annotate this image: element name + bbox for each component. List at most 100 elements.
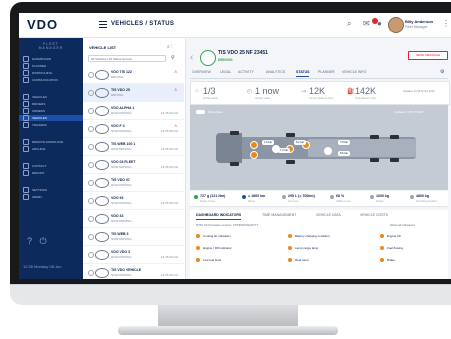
vehicle-list-time: 12:45 20 Oct	[161, 129, 179, 133]
user-avatar[interactable]	[388, 17, 404, 33]
messages-icon[interactable]: ✉	[363, 19, 370, 28]
back-chevron-icon[interactable]: ‹	[190, 52, 193, 63]
vehicle-list-item[interactable]: VDO ALPHA 1 NOW DRIVING 12:45 20 Oct	[83, 102, 184, 120]
tab-time-management[interactable]: TIME MANAGEMENT	[262, 213, 296, 217]
select-radio[interactable]	[88, 72, 94, 78]
stats-updated: Updated: 12:45 20 Oct 2016	[403, 90, 435, 93]
tab-status[interactable]: STATUS	[296, 70, 310, 77]
vehicle-list-item[interactable]: TIS VDO 25 DRIVING ⚠	[83, 84, 184, 102]
vehicle-list-item[interactable]: VDO F 4 NOW DRIVING 12:45 20 Oct ⚠	[83, 120, 184, 138]
vehicle-list-item[interactable]: TIS WEB 3 NOW DRIVING	[83, 228, 184, 246]
sidebar-item-label: DISPATCHING	[32, 70, 53, 75]
indicator-warning-icon	[196, 234, 200, 239]
truck-icon	[95, 196, 109, 206]
sidebar-item-orders[interactable]: ORDERS	[23, 108, 45, 114]
vehicle-list-item[interactable]: TIS VDO 07 NOW DRIVING	[83, 174, 184, 192]
tab-overview[interactable]: OVERVIEW	[192, 70, 211, 74]
search-icon[interactable]: ⌕	[347, 19, 351, 29]
select-radio[interactable]	[88, 252, 94, 258]
tab-vehicle-costs[interactable]: VEHICLE COSTS	[360, 213, 388, 217]
select-radio[interactable]	[88, 90, 94, 96]
sidebar-item-dispatching[interactable]: DISPATCHING	[23, 70, 52, 76]
tab-planner[interactable]: PLANNER	[318, 70, 335, 74]
vdo-logo[interactable]: VDO	[27, 17, 58, 32]
filter-icon[interactable]: ⚲	[171, 55, 175, 61]
vehicle-list-item[interactable]: TIS WEB 100 1 NOW DRIVING 12:45 20 Oct	[83, 138, 184, 156]
more-options-icon[interactable]: ⋮	[442, 19, 450, 28]
help-icon[interactable]: ? ⏻	[27, 236, 47, 247]
select-radio[interactable]	[88, 126, 94, 132]
settings-gear-icon[interactable]: ⚙	[440, 69, 444, 75]
tab-legal[interactable]: LEGAL	[220, 70, 231, 74]
sidebar-item-vehicles[interactable]: VEHICLES	[19, 115, 83, 121]
sidebar-item-settings[interactable]: SETTINGS	[23, 187, 47, 193]
vehicle-list-item[interactable]: VDO TIS 122 DRIVING ⚠	[83, 66, 184, 84]
sidebar-item-contact[interactable]: CONTACT	[23, 163, 46, 169]
metric-icon	[330, 195, 334, 199]
sidebar-item-communication[interactable]: COMMUNICATION	[23, 77, 58, 83]
vehicle-list-item[interactable]: TIS VDO VEHICLE NOW DRIVING 12:45 20 Oct	[83, 264, 184, 279]
vehicle-list-name: VDO ALPHA 1	[111, 106, 135, 110]
select-radio[interactable]	[88, 234, 94, 240]
wheel	[370, 158, 379, 162]
indicator-item: Rear lamp	[288, 258, 309, 263]
vehicle-list-status: NOW DRIVING	[111, 111, 132, 115]
vehicle-list-name: TIS VDO 25	[111, 88, 130, 92]
select-radio[interactable]	[88, 198, 94, 204]
alerts-icon[interactable]: ●	[377, 19, 382, 28]
metric-value: 4800 kg	[416, 194, 430, 198]
vehicle-list-time: 12:45 20 Oct	[161, 111, 179, 115]
tab-activity[interactable]: ACTIVITY	[238, 70, 254, 74]
tab-vehicle-data[interactable]: VEHICLE DATA	[316, 213, 341, 217]
tab-vehicle-info[interactable]: VEHICLE INFO	[342, 70, 366, 74]
vehicle-list-search-icon[interactable]: ⌕ ⋮	[167, 44, 172, 50]
tab-analytics[interactable]: ANALYTICS	[266, 70, 285, 74]
vehicle-list-status: NOW DRIVING	[111, 273, 132, 277]
sidebar-item-dashboard[interactable]: DASHBOARD	[23, 56, 51, 62]
select-radio[interactable]	[88, 108, 94, 114]
tire-sensor[interactable]	[250, 151, 258, 159]
sidebar-item-drivers[interactable]: DRIVERS	[23, 101, 45, 107]
sidebar-item-planner[interactable]: PLANNER	[23, 63, 46, 69]
vehicle-list-name: TIS WEB 100 1	[111, 142, 136, 146]
sidebar-item-remote-download[interactable]: REMOTE DOWNLOAD	[23, 139, 63, 145]
metrics-bar: 727 g (121 Nm) Engine Torque = 1800 km Rang…	[190, 191, 448, 207]
tire-sensor[interactable]	[250, 141, 258, 149]
nav-icon	[23, 163, 29, 169]
sidebar-item-report[interactable]: REPORT	[23, 170, 44, 176]
vehicle-list-item[interactable]: VDO 93 NOW DRIVING 12:45 20 Oct	[83, 192, 184, 210]
hamburger-menu-icon[interactable]	[99, 21, 107, 30]
select-radio[interactable]	[88, 162, 94, 168]
truck-icon	[95, 178, 109, 188]
vehicle-filter-select[interactable]: All Vehicles / All Status Groups	[88, 55, 166, 62]
select-radio[interactable]	[88, 216, 94, 222]
vehicle-list-item[interactable]: VDO VDO 3 NOW DRIVING 12:45 20 Oct	[83, 246, 184, 264]
select-radio[interactable]	[88, 144, 94, 150]
sidebar-item-vehicles[interactable]: VEHICLES	[23, 94, 47, 100]
sidebar-item-admin[interactable]: ADMIN	[23, 194, 42, 200]
select-radio[interactable]	[88, 270, 94, 276]
indicator-warning-icon	[288, 234, 292, 239]
nav-icon	[23, 146, 29, 152]
metric-icon	[282, 195, 286, 199]
sidebar-item-trailers[interactable]: TRAILERS	[23, 122, 47, 128]
metric-label: AdBlue Level	[336, 200, 351, 203]
send-message-button[interactable]: SEND MESSAGE	[408, 51, 448, 60]
select-radio[interactable]	[88, 180, 94, 186]
dashboard-indicators: DTM: 04 Firmware version: FTP3SKP6100777…	[190, 220, 448, 279]
tire-sensor[interactable]	[324, 147, 332, 155]
nav-icon	[23, 170, 29, 176]
show-all-indicators-toggle[interactable]: Show all indicators	[390, 223, 415, 227]
show-hide-toggle[interactable]	[196, 110, 205, 114]
truck-icon	[95, 106, 109, 116]
stats-bar: ⌂ 1/3 Vehicle alerts ◴ 1 now Vehicle status ↝ 1…	[190, 81, 450, 105]
vehicle-list-item[interactable]: VDO 03 FLEET NOW DRIVING 12:45 20 Oct	[83, 156, 184, 174]
sidebar-item-archive[interactable]: ARCHIVE	[23, 146, 45, 152]
indicator-warning-icon	[380, 258, 384, 263]
user-role: Fleet Manager	[405, 25, 428, 29]
vehicle-detail-panel: ‹ TIS VDO 25 NF 23451 DRIVING SEND MESSA…	[186, 38, 451, 279]
vehicle-list-item[interactable]: VDO 33 NOW DRIVING	[83, 210, 184, 228]
truck-icon	[95, 250, 109, 260]
tab-dashboard-indicators[interactable]: DASHBOARD INDICATORS	[196, 213, 242, 220]
stat-value: 12K	[309, 86, 326, 96]
